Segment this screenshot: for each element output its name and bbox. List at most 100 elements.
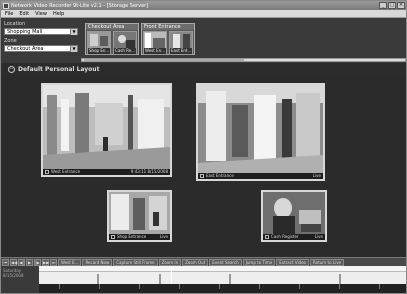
zoom-in-button[interactable]: Zoom In: [158, 258, 182, 266]
layout-header: − Default Personal Layout: [1, 63, 406, 75]
tick: [99, 284, 100, 289]
return-to-live-button[interactable]: Return to Live: [310, 258, 345, 266]
timeline-track[interactable]: [39, 266, 406, 293]
skip-end-icon[interactable]: ⏭: [50, 258, 57, 266]
thumb-shop-entrance[interactable]: Shop En...: [87, 31, 111, 55]
extract-video-button[interactable]: Extract Video: [276, 258, 310, 266]
timeline[interactable]: Saturday 8/15/2008: [1, 266, 406, 293]
camera-thumbnail-image: [88, 32, 110, 49]
camera-tile-east-entrance[interactable]: East Entrance Live: [196, 83, 325, 181]
zone-value: Checkout Area: [7, 46, 44, 52]
zone-select[interactable]: Checkout Area ▼: [4, 45, 78, 52]
menu-bar: File Edit View Help: [1, 10, 406, 18]
fast-forward-icon[interactable]: ▶▶: [42, 258, 49, 266]
camera-feed-image: [263, 192, 325, 234]
minimize-button[interactable]: _: [379, 2, 387, 9]
camera-icon: [265, 235, 269, 239]
scrollbar-thumb[interactable]: [84, 59, 244, 61]
menu-view[interactable]: View: [35, 11, 47, 17]
maximize-button[interactable]: □: [388, 2, 396, 9]
tick: [259, 284, 260, 289]
thumb-east-entrance[interactable]: East Ent...: [169, 31, 193, 55]
thumb-label: Cash Re...: [114, 48, 136, 54]
camera-feed-image: [109, 192, 170, 234]
window-title: Network Video Recorder 9t-Lite v2.1 - [S…: [11, 2, 149, 9]
camera-status-bar: West Entrance 9:43:11 8/15/2008: [43, 169, 170, 175]
group-front-entrance[interactable]: Front Entrance West En... East Ent...: [141, 23, 195, 55]
camera-feed-image: [198, 85, 323, 173]
tick: [299, 284, 300, 289]
camera-status-bar: Cash Register Live: [263, 234, 325, 240]
camera-icon: [45, 170, 49, 174]
horizontal-scrollbar[interactable]: [81, 58, 406, 62]
camera-thumbnail-image: [114, 32, 136, 49]
group-title: Checkout Area: [86, 24, 138, 30]
camera-timestamp: 9:43:11 8/15/2008: [130, 169, 168, 174]
tick: [379, 284, 380, 289]
camera-live-status: Live: [159, 234, 168, 239]
menu-edit[interactable]: Edit: [19, 11, 29, 17]
camera-thumbnail-image: [144, 32, 166, 49]
camera-live-status: Live: [312, 173, 321, 178]
chevron-down-icon[interactable]: ▼: [70, 29, 77, 35]
camera-name: Shop Entrance: [117, 234, 147, 239]
camera-status-bar: East Entrance Live: [198, 173, 323, 179]
playback-toolbar: ⏮ ◀◀ ◀| ▶ |▶ ▶▶ ⏭ West E... Record Now C…: [1, 257, 406, 266]
menu-help[interactable]: Help: [53, 11, 64, 17]
camera-selector-button[interactable]: West E...: [58, 258, 82, 266]
timeline-date-panel: Saturday 8/15/2008: [1, 266, 39, 293]
camera-name: East Entrance: [206, 173, 234, 178]
event-marker[interactable]: [229, 274, 231, 284]
title-bar: Network Video Recorder 9t-Lite v2.1 - [S…: [1, 1, 406, 10]
step-back-icon[interactable]: ◀|: [18, 258, 25, 266]
close-button[interactable]: ×: [397, 2, 405, 9]
jump-to-time-button[interactable]: Jump to Time: [242, 258, 276, 266]
camera-tile-shop-entrance[interactable]: Shop Entrance Live: [107, 190, 172, 242]
tick: [179, 284, 180, 289]
nvr-window: Network Video Recorder 9t-Lite v2.1 - [S…: [0, 0, 407, 294]
event-marker[interactable]: [339, 274, 341, 284]
thumb-label: West En...: [144, 48, 166, 54]
timeline-ruler: [39, 266, 406, 272]
camera-selector-panel: Location Shopping Mall ▼ Zone Checkout A…: [1, 18, 406, 63]
event-search-button[interactable]: Event Search: [209, 258, 242, 266]
event-marker[interactable]: [97, 274, 99, 284]
collapse-icon[interactable]: −: [8, 65, 15, 73]
camera-thumbnail-image: [170, 32, 192, 49]
camera-name: West Entrance: [51, 169, 81, 174]
location-value: Shopping Mall: [7, 29, 43, 35]
zoom-out-button[interactable]: Zoom Out: [182, 258, 209, 266]
group-title: Front Entrance: [142, 24, 194, 30]
camera-status-bar: Shop Entrance Live: [109, 234, 170, 240]
timeline-date-label: Saturday 8/15/2008: [3, 268, 24, 278]
camera-icon: [111, 235, 115, 239]
rewind-icon[interactable]: ◀◀: [10, 258, 17, 266]
thumb-label: East Ent...: [170, 48, 192, 54]
location-label: Location: [4, 21, 26, 27]
zone-label: Zone: [4, 38, 17, 44]
thumb-west-entrance[interactable]: West En...: [143, 31, 167, 55]
tick: [219, 284, 220, 289]
camera-live-status: Live: [314, 234, 323, 239]
camera-feed-image: [43, 85, 170, 169]
step-forward-icon[interactable]: |▶: [34, 258, 41, 266]
camera-name: Cash Register: [271, 234, 299, 239]
thumb-cash-register[interactable]: Cash Re...: [113, 31, 137, 55]
chevron-down-icon[interactable]: ▼: [70, 46, 77, 52]
capture-still-frame-button[interactable]: Capture Still Frame: [113, 258, 158, 266]
app-icon: [3, 2, 9, 9]
thumb-label: Shop En...: [88, 48, 110, 54]
event-marker[interactable]: [159, 274, 161, 284]
timeline-scale: [39, 284, 406, 293]
camera-icon: [200, 174, 204, 178]
tick: [139, 284, 140, 289]
camera-tile-west-entrance[interactable]: West Entrance 9:43:11 8/15/2008: [41, 83, 172, 177]
location-select[interactable]: Shopping Mall ▼: [4, 28, 78, 35]
skip-start-icon[interactable]: ⏮: [2, 258, 9, 266]
camera-tile-cash-register[interactable]: Cash Register Live: [261, 190, 327, 242]
record-now-button[interactable]: Record Now: [82, 258, 113, 266]
group-checkout-area[interactable]: Checkout Area Shop En... Cash Re...: [85, 23, 139, 55]
play-icon[interactable]: ▶: [26, 258, 33, 266]
layout-title: Default Personal Layout: [18, 65, 100, 73]
menu-file[interactable]: File: [5, 11, 13, 17]
